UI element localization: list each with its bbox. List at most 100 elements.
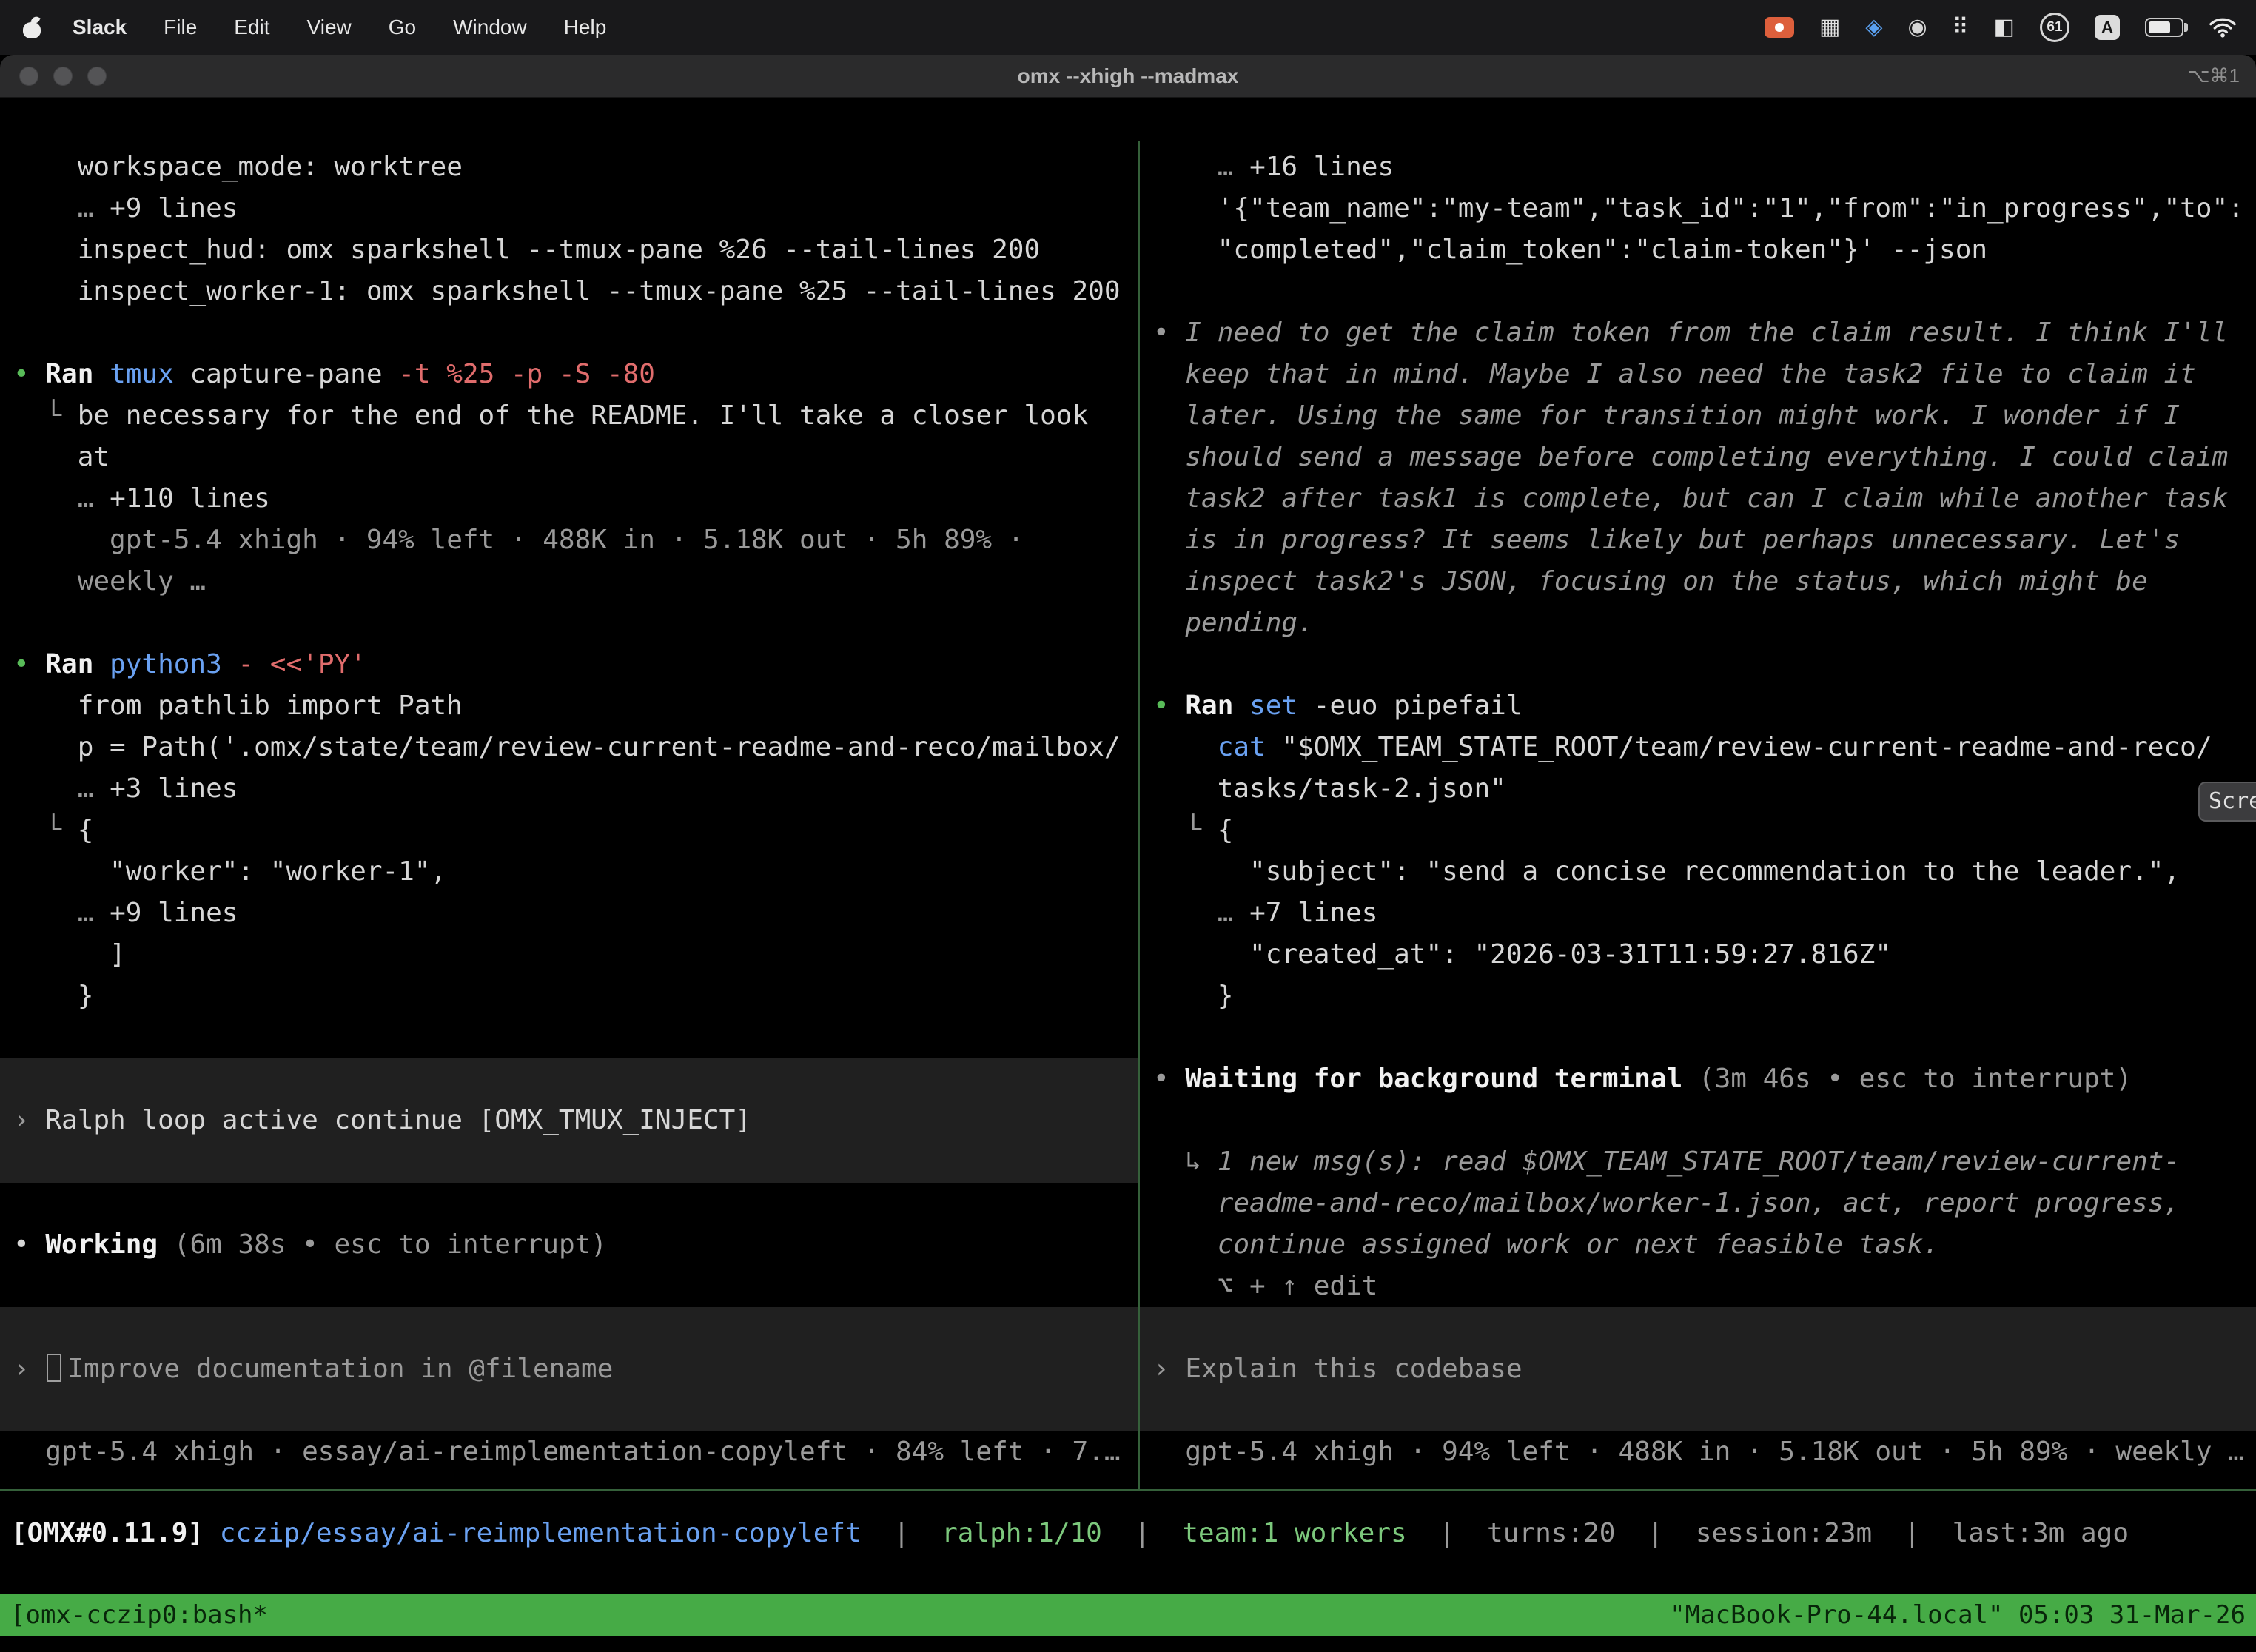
terminal-line [0,1183,1138,1224]
command-ran-set: • Ran set -euo pipefail [1140,685,2256,727]
screenshot-pill-label: Scre [2209,782,2256,822]
macos-menu-bar: Slack FileEditViewGoWindowHelp ▦◈◉⠿◧ 61 … [0,0,2256,55]
text-segment: should send a message before completing … [1153,442,2228,472]
close-button[interactable] [19,67,38,86]
screen-recording-icon[interactable] [1765,17,1794,38]
tmux-host-clock: "MacBook-Pro-44.local" 05:03 31-Mar-26 [1670,1594,2246,1636]
text-segment: └ [13,815,78,845]
terminal-line: inspect task2's JSON, focusing on the st… [1140,561,2256,602]
text-segment: from pathlib import Path [13,691,463,721]
terminal-line: p = Path('.omx/state/team/review-current… [0,727,1138,768]
text-segment: cat [1218,732,1282,762]
text-segment: (6m 38s • esc to interrupt) [174,1229,607,1260]
terminal-line [0,312,1138,354]
input-source-icon[interactable]: A [2095,15,2120,40]
text-segment: python3 [110,649,238,679]
terminal-line: weekly … [0,561,1138,602]
apple-menu-icon[interactable] [22,16,41,38]
text-segment: gpt-5.4 xhigh · essay/ai-reimplementatio… [13,1437,1121,1467]
menu-edit[interactable]: Edit [221,0,283,55]
text-segment [13,898,78,928]
tmux-status-bar: [omx-cczip0:bash* "MacBook-Pro-44.local"… [0,1594,2256,1636]
pane-divider-vertical[interactable] [1138,141,1140,1489]
terminal-line: "created_at": "2026-03-31T11:59:27.816Z" [1140,934,2256,976]
terminal-line [0,1266,1138,1307]
highlight-row [0,1307,1138,1349]
window-title: omx --xhigh --madmax [1018,64,1239,88]
waiting-status: • Waiting for background terminal (3m 46… [1140,1058,2256,1100]
minimize-button[interactable] [53,67,73,86]
tmux-session-label: [omx-cczip0:bash* [10,1594,268,1636]
menu-view[interactable]: View [294,0,365,55]
zoom-button[interactable] [87,67,107,86]
terminal-line: '{"team_name":"my-team","task_id":"1","f… [1140,188,2256,229]
text-segment: weekly … [13,566,206,597]
text-segment: - <<'PY' [238,649,366,679]
menu-window[interactable]: Window [440,0,540,55]
command-ran-tmux-capture: • Ran tmux capture-pane -t %25 -p -S -80 [0,354,1138,395]
menu-app-name[interactable]: Slack [59,0,140,55]
terminal-line [0,602,1138,644]
text-segment: … [78,773,94,804]
battery-percent-badge[interactable]: 61 [2040,13,2069,42]
text-segment: • [1153,691,1185,721]
composer-input-left[interactable]: › Improve documentation in @filename [0,1349,1138,1390]
highlight-row [1140,1390,2256,1431]
highlight-row [0,1058,1138,1100]
menu-extra-icon[interactable]: ◧ [1994,16,2015,38]
text-segment: capture-pane [189,359,398,389]
menu-go[interactable]: Go [375,0,429,55]
dots-grid-icon[interactable]: ⠿ [1953,16,1969,38]
text-segment [1153,898,1218,928]
terminal-line [0,1017,1138,1058]
text-segment: session:23m [1696,1518,1872,1548]
text-segment: | [1872,1518,1952,1548]
omx-status-bar: [OMX#0.11.9] cczip/essay/ai-reimplementa… [0,1513,2256,1554]
text-segment: • [13,649,45,679]
tmux-pane-right: … +16 lines '{"team_name":"my-team","tas… [1140,147,2256,1473]
text-segment: [OMX#0.11.9] [11,1518,204,1548]
battery-icon[interactable] [2145,18,2183,37]
terminal-line: continue assigned work or next feasible … [1140,1224,2256,1266]
terminal-line: … +16 lines [1140,147,2256,188]
text-segment: • [1153,1064,1185,1094]
pane-divider-horizontal[interactable] [0,1489,2256,1491]
menu-help[interactable]: Help [551,0,620,55]
menu-file[interactable]: File [150,0,210,55]
terminal-line: readme-and-reco/mailbox/worker-1.json, a… [1140,1183,2256,1224]
text-segment: Ran [45,359,110,389]
text-segment: Explain this codebase [1185,1354,1522,1384]
text-segment: … [1218,152,1234,182]
text-segment: › [13,1354,45,1384]
app-icon-blue[interactable]: ◈ [1865,16,1882,38]
grid-icon[interactable]: ▦ [1819,16,1840,38]
terminal-line: ] [0,934,1138,976]
wifi-icon[interactable] [2209,17,2237,38]
highlight-row [0,1390,1138,1431]
text-segment: | [862,1518,941,1548]
working-status: • Working (6m 38s • esc to interrupt) [0,1224,1138,1266]
text-segment: inspect_hud: omx sparkshell --tmux-pane … [13,235,1040,265]
terminal-line: tasks/task-2.json" [1140,768,2256,810]
text-segment: ↳ [1153,1146,1218,1177]
text-segment: '{"team_name":"my-team","task_id":"1","f… [1153,193,2244,224]
text-segment [13,773,78,804]
text-segment: set [1249,691,1314,721]
text-segment: Ran [45,649,110,679]
highlight-row [0,1141,1138,1183]
text-segment: Improve documentation in @filename [67,1354,613,1384]
text-segment: … [78,898,94,928]
screenshot-pill[interactable]: Scre [2198,782,2256,822]
text-segment: | [1407,1518,1487,1548]
app-icon-dark[interactable]: ◉ [1907,16,1927,38]
composer-input-right[interactable]: › Explain this codebase [1140,1349,2256,1390]
text-segment: "subject": "send a concise recommendatio… [1153,856,2180,887]
terminal-line: is in progress? It seems likely but perh… [1140,520,2256,561]
text-segment: Ran [1185,691,1249,721]
terminal-line: from pathlib import Path [0,685,1138,727]
terminal-line: cat "$OMX_TEAM_STATE_ROOT/team/review-cu… [1140,727,2256,768]
terminal-line [1140,1017,2256,1058]
terminal-line: … +110 lines [0,478,1138,520]
text-cursor [47,1354,61,1382]
text-segment: at [13,442,110,472]
